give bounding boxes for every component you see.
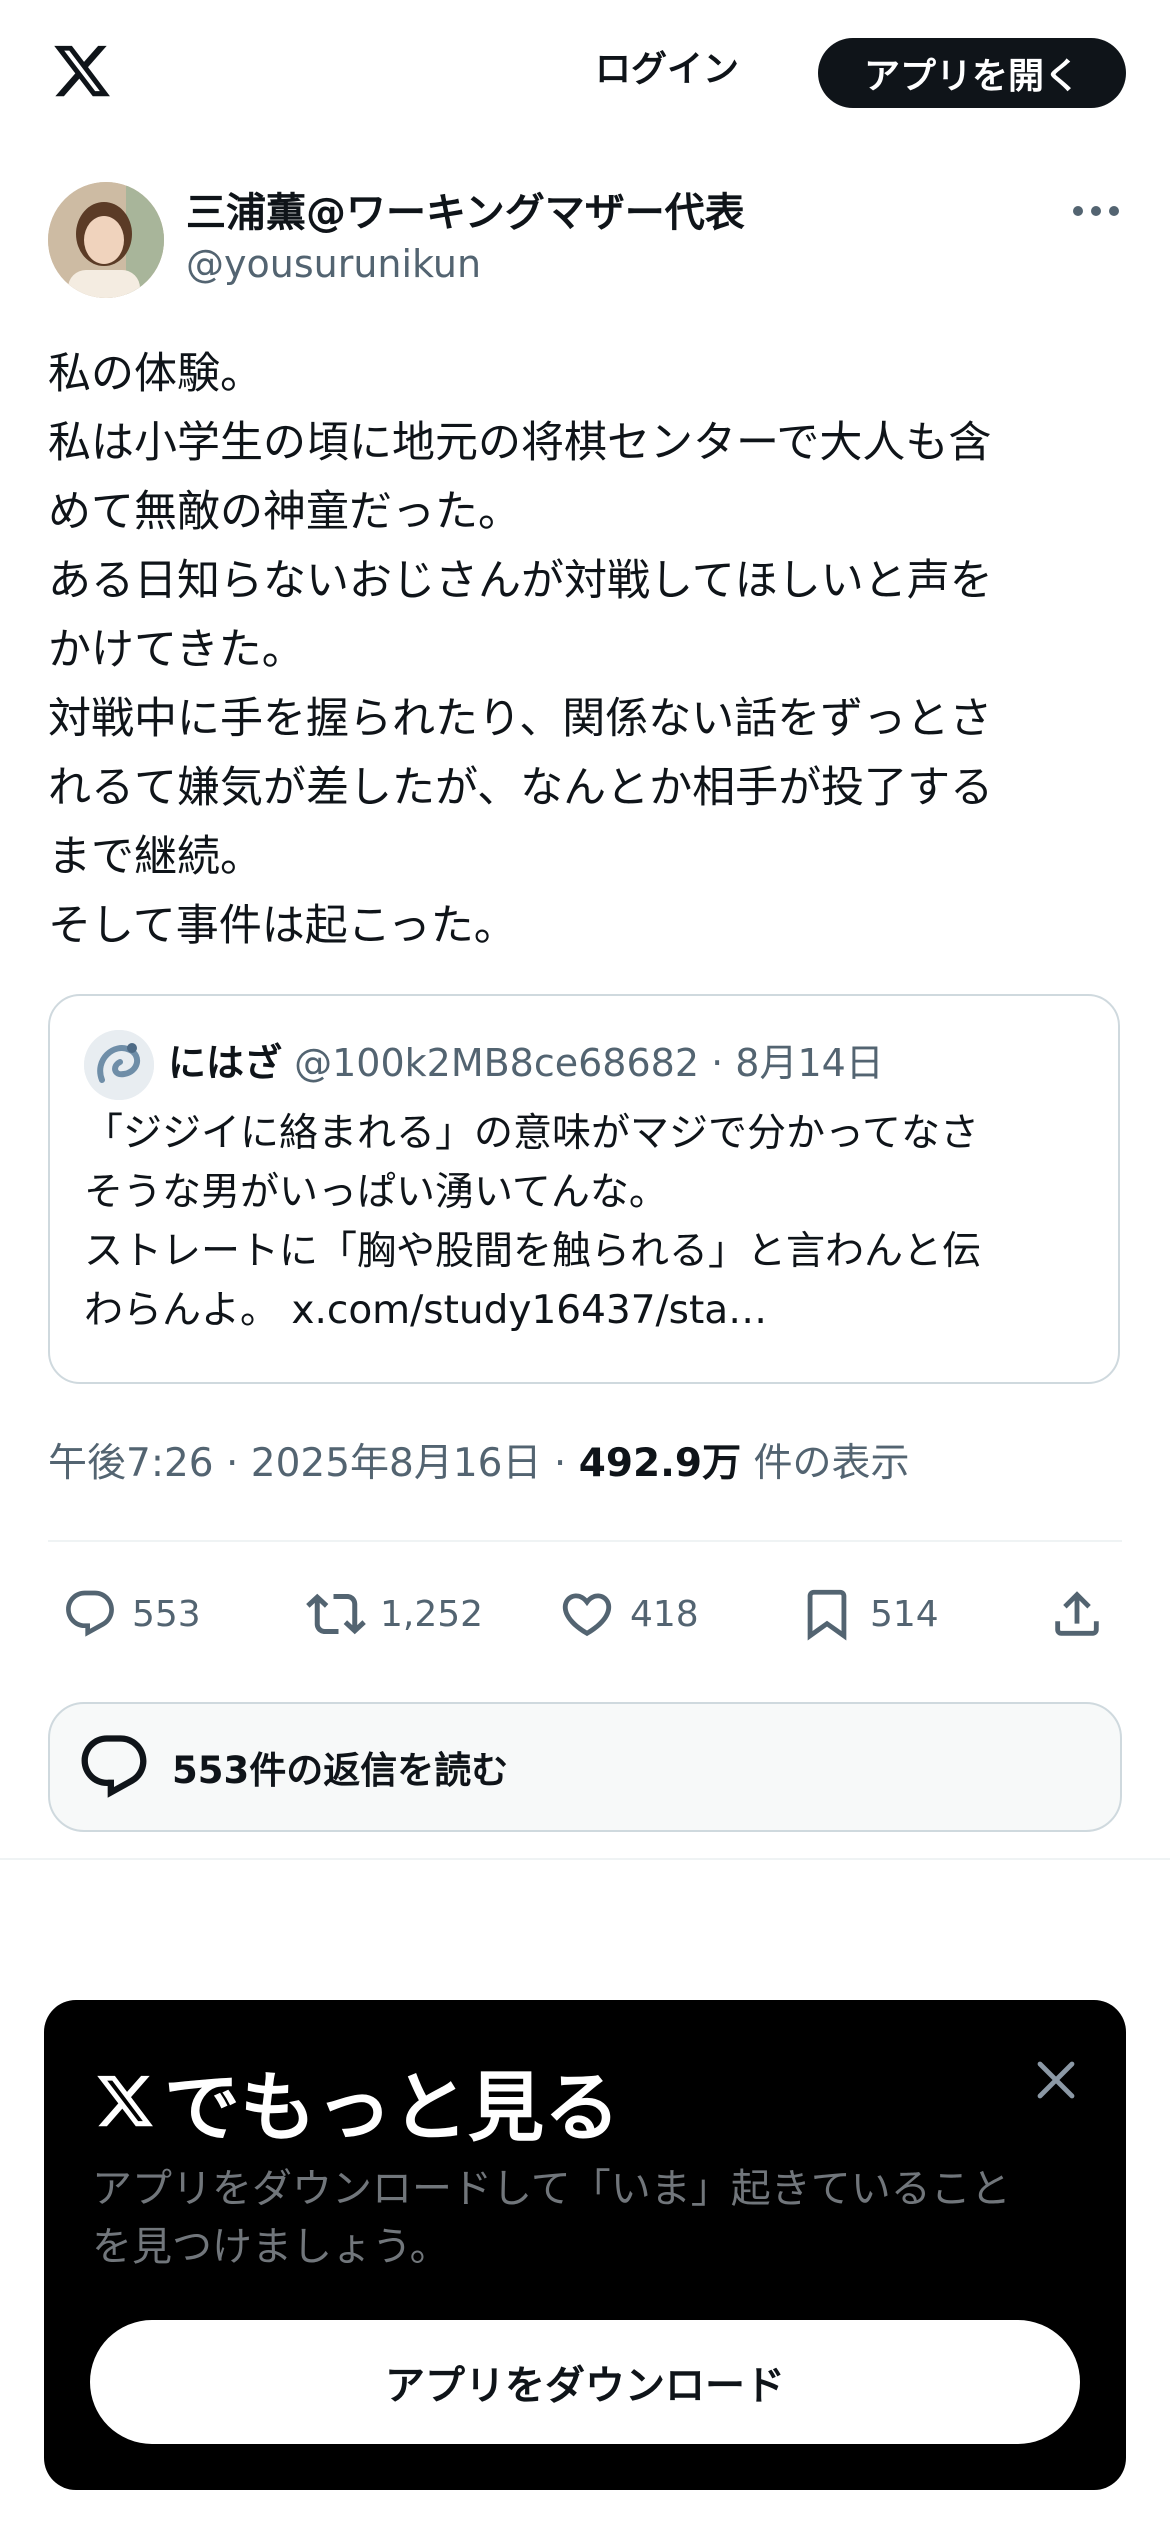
author-handle[interactable]: @yousurunikun	[186, 242, 481, 286]
read-replies-label: 553件の返信を読む	[172, 1749, 509, 1792]
share-button[interactable]	[1048, 1574, 1120, 1654]
x-logo-icon	[97, 2075, 153, 2127]
tweet-date[interactable]: 2025年8月16日	[251, 1441, 542, 1486]
tweet-text: 私の体験。 私は小学生の頃に地元の将棋センターで大人も含 めて無敵の神童だった。…	[48, 340, 1128, 961]
quote-avatar	[84, 1030, 154, 1100]
tweet-meta: 午後7:26 · 2025年8月16日 · 492.9万 件の表示	[48, 1441, 910, 1486]
tweet-text-line: かけてきた。	[48, 625, 305, 675]
tweet-text-line: 対戦中に手を握られたり、関係ない話をずっとさ	[48, 694, 993, 744]
quote-text-line: そうな男がいっぱい湧いてんな。	[84, 1170, 668, 1215]
download-app-button[interactable]: アプリをダウンロード	[90, 2320, 1080, 2444]
more-options-icon[interactable]	[1070, 196, 1122, 226]
quote-text: 「ジジイに絡まれる」の意味がマジで分かってなさ そうな男がいっぱい湧いてんな。 …	[84, 1104, 1094, 1340]
bookmark-button[interactable]: 514	[798, 1574, 939, 1654]
quote-header: にはざ @100k2MB8ce68682 · 8月14日	[168, 1041, 884, 1085]
action-bar: 553 1,252 418 514	[0, 1574, 1170, 1654]
reply-button[interactable]: 553	[62, 1574, 201, 1654]
like-count: 418	[630, 1593, 699, 1635]
read-replies-button[interactable]: 553件の返信を読む	[48, 1702, 1122, 1832]
open-app-button[interactable]: アプリを開く	[818, 38, 1126, 108]
promo-title-text: でもっと見る	[164, 2063, 620, 2152]
quote-text-line: わらんよ。 x.com/study16437/sta…	[84, 1288, 768, 1333]
tweet-text-line: めて無敵の神童だった。	[48, 487, 521, 537]
x-logo-icon[interactable]	[48, 40, 116, 102]
reply-count: 553	[132, 1593, 201, 1635]
bookmark-count: 514	[870, 1593, 939, 1635]
repost-icon	[306, 1593, 366, 1635]
divider	[48, 1540, 1122, 1542]
repost-button[interactable]: 1,252	[306, 1574, 483, 1654]
login-link[interactable]: ログイン	[595, 40, 739, 92]
tweet-text-line: 私の体験。	[48, 349, 263, 399]
like-button[interactable]: 418	[558, 1574, 699, 1654]
promo-subtitle-line: アプリをダウンロードして「いま」起きていること	[92, 2166, 1011, 2212]
quoted-tweet[interactable]: にはざ @100k2MB8ce68682 · 8月14日 「ジジイに絡まれる」の…	[48, 994, 1120, 1384]
quote-text-line: 「ジジイに絡まれる」の意味がマジで分かってなさ	[84, 1111, 980, 1156]
quote-text-line: ストレートに「胸や股間を触られる」と言わんと伝	[84, 1229, 982, 1274]
divider	[0, 1858, 1170, 1860]
promo-subtitle: アプリをダウンロードして「いま」起きていること を見つけましょう。	[92, 2160, 1092, 2276]
tweet-text-line: 私は小学生の頃に地元の将棋センターで大人も含	[48, 418, 992, 468]
promo-subtitle-line: を見つけましょう。	[92, 2224, 450, 2270]
reply-icon	[81, 1735, 147, 1798]
top-bar: ログイン アプリを開く	[0, 0, 1170, 150]
app-promo-card: でもっと見る アプリをダウンロードして「いま」起きていること を見つけましょう。…	[44, 2000, 1126, 2490]
author-name[interactable]: 三浦薫@ワーキングマザー代表	[186, 180, 745, 238]
repost-count: 1,252	[380, 1593, 484, 1635]
quote-author-name: にはざ	[168, 1041, 283, 1085]
tweet-text-line: まで継続。	[48, 832, 263, 882]
bookmark-icon	[807, 1589, 847, 1641]
reply-icon	[66, 1590, 114, 1637]
author-avatar[interactable]	[48, 182, 164, 298]
view-label: 件の表示	[753, 1441, 910, 1486]
quote-author-handle: @100k2MB8ce68682	[294, 1041, 700, 1085]
heart-icon	[562, 1593, 612, 1637]
share-icon	[1055, 1591, 1099, 1636]
tweet-text-line: れるて嫌気が差したが、なんとか相手が投了する	[48, 763, 994, 813]
close-icon[interactable]	[1032, 2056, 1080, 2104]
quote-date: 8月14日	[735, 1041, 884, 1085]
tweet-text-line: ある日知らないおじさんが対戦してほしいと声を	[48, 556, 993, 606]
tweet-text-line: そして事件は起こった。	[48, 901, 517, 951]
tweet-time[interactable]: 午後7:26	[48, 1441, 214, 1486]
view-count: 492.9万	[578, 1441, 742, 1486]
promo-title: でもっと見る	[92, 2046, 620, 2156]
